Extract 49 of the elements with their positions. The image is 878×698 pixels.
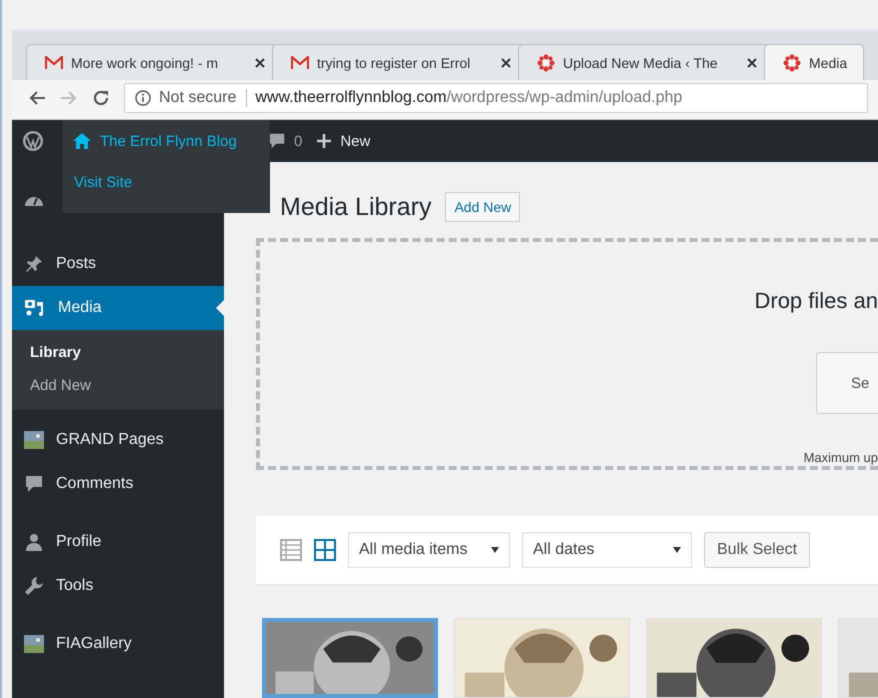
sidebar-menu-item[interactable]: Profile bbox=[12, 520, 224, 564]
speech-bubble-icon bbox=[24, 474, 44, 494]
site-name-link[interactable]: The Errol Flynn Blog bbox=[100, 132, 237, 150]
wordpress-logo-icon[interactable] bbox=[22, 130, 44, 152]
dropzone-prompt: Drop files an bbox=[754, 288, 878, 314]
back-arrow-icon[interactable] bbox=[28, 90, 46, 106]
sidebar-menu-item[interactable]: Comments bbox=[12, 462, 224, 506]
envelope-m-icon bbox=[291, 56, 309, 70]
pushpin-icon bbox=[24, 254, 44, 274]
caret-icon bbox=[491, 547, 499, 553]
submenu-item[interactable]: Library bbox=[12, 336, 224, 369]
close-icon[interactable] bbox=[747, 58, 757, 68]
info-icon bbox=[135, 90, 151, 106]
plus-icon bbox=[316, 133, 332, 149]
media-icon bbox=[24, 298, 46, 318]
close-icon[interactable] bbox=[501, 58, 511, 68]
new-menu[interactable]: New bbox=[316, 132, 370, 150]
landscape-icon bbox=[24, 635, 44, 653]
grid-view-icon[interactable] bbox=[314, 539, 336, 561]
url-text: www.theerrolflynnblog.com/wordpress/wp-admin/upload.php bbox=[255, 88, 682, 106]
sidebar-menu-item[interactable]: GRAND Pages bbox=[12, 418, 224, 462]
add-new-button[interactable]: Add New bbox=[445, 192, 520, 222]
bulk-select-button[interactable]: Bulk Select bbox=[704, 532, 810, 568]
person-icon bbox=[24, 532, 44, 552]
page-title: Media Library bbox=[280, 192, 432, 222]
filter-dropdown[interactable]: All dates bbox=[522, 532, 692, 568]
filter-dropdown[interactable]: All media items bbox=[348, 532, 510, 568]
sidebar-menu-item[interactable]: Tools bbox=[12, 564, 224, 608]
select-files-button[interactable]: Se bbox=[816, 352, 878, 414]
caret-icon bbox=[673, 547, 681, 553]
landscape-icon bbox=[24, 431, 44, 449]
flower-icon bbox=[537, 54, 555, 72]
comment-count: 0 bbox=[294, 132, 302, 150]
address-bar[interactable]: Not secure www.theerrolflynnblog.com/wordpress/wp-admin/upload.php bbox=[124, 82, 868, 112]
submenu-item[interactable]: Add New bbox=[12, 369, 224, 402]
flower-icon bbox=[783, 54, 801, 72]
house-icon bbox=[72, 132, 92, 150]
browser-tab[interactable]: Media bbox=[764, 44, 864, 80]
wrench-icon bbox=[24, 576, 44, 596]
flyout-link[interactable]: Visit Site bbox=[62, 162, 270, 203]
sidebar-menu-item[interactable]: Media bbox=[12, 286, 224, 330]
upload-limit-note: Maximum up bbox=[804, 450, 878, 466]
envelope-m-icon bbox=[45, 56, 63, 70]
close-icon[interactable] bbox=[255, 58, 265, 68]
sidebar-menu-item[interactable]: FIAGallery bbox=[12, 622, 224, 666]
reload-icon[interactable] bbox=[92, 88, 110, 106]
sidebar-menu-item[interactable]: Posts bbox=[12, 242, 224, 286]
speech-bubble-icon[interactable] bbox=[268, 132, 286, 150]
security-label: Not secure bbox=[159, 88, 248, 106]
